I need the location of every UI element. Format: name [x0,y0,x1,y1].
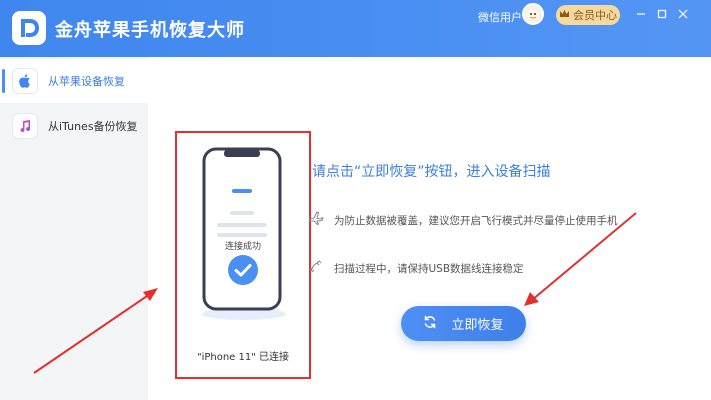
refresh-icon [423,315,437,333]
vip-label: 会员中心 [573,9,617,22]
user-name[interactable]: 微信用户 [478,9,522,25]
sidebar: 从苹果设备恢复 从iTunes备份恢复 [0,57,148,400]
tip-airplane: 为防止数据被覆盖，建议您开启飞行模式并尽量停止使用手机 [308,210,618,230]
sidebar-item-label: 从iTunes备份恢复 [48,120,138,133]
cable-icon [308,258,324,278]
sidebar-item-label: 从苹果设备恢复 [48,75,125,88]
scan-instruction: 请点击“立即恢复”按钮，进入设备扫描 [312,164,551,180]
device-connected-text: "iPhone 11" 已连接 [196,352,290,363]
music-note-icon [12,113,38,139]
sidebar-item-apple-device[interactable]: 从苹果设备恢复 [0,59,148,103]
vip-center-button[interactable]: 会员中心 [556,5,620,25]
sidebar-item-itunes-backup[interactable]: 从iTunes备份恢复 [0,104,148,148]
app-title: 金舟苹果手机恢复大师 [55,20,245,41]
minimize-icon[interactable] [633,6,649,22]
tip-cable: 扫描过程中，请保持USB数据线连接稳定 [308,258,524,278]
phone-illustration [202,147,286,320]
close-icon[interactable] [675,6,691,22]
check-icon [227,254,259,286]
recover-now-button[interactable]: 立即恢复 [401,306,526,341]
tip-text: 为防止数据被覆盖，建议您开启飞行模式并尽量停止使用手机 [334,214,618,227]
airplane-icon [308,210,324,230]
device-panel: 连接成功 "iPhone 11" 已连接 [175,131,311,379]
apple-icon [12,68,38,94]
restore-icon[interactable] [654,6,670,22]
crown-icon [559,9,570,22]
title-bar: 金舟苹果手机恢复大师 微信用户 会员中心 [0,0,711,57]
avatar[interactable] [522,3,544,25]
recover-button-label: 立即恢复 [451,318,504,333]
app-logo [12,11,46,45]
connect-status: 连接成功 [224,242,261,252]
tip-text: 扫描过程中，请保持USB数据线连接稳定 [334,262,524,275]
